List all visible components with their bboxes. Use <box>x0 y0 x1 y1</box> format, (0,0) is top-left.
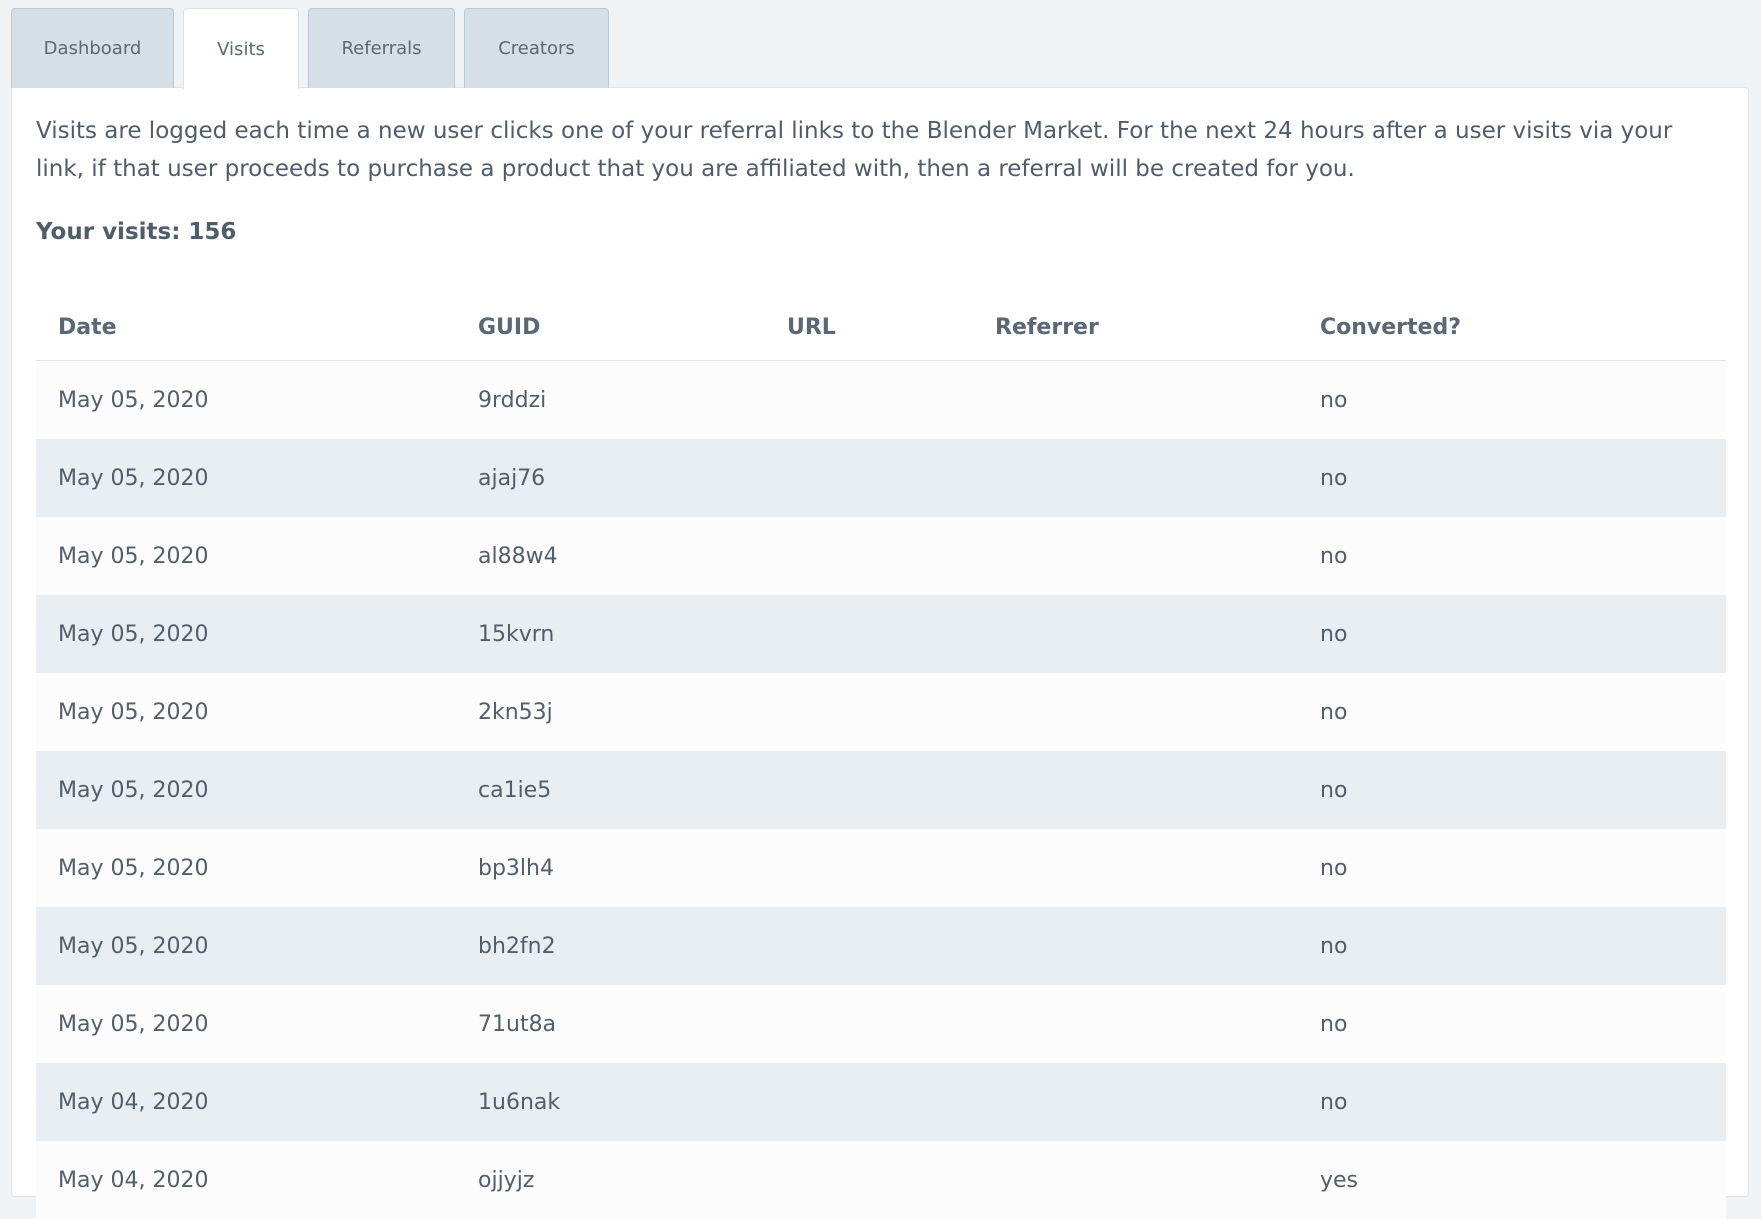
table-row: May 04, 2020 1u6nak no <box>36 1063 1726 1141</box>
table-row: May 05, 2020 9rddzi no <box>36 361 1726 439</box>
cell-converted: no <box>1320 543 1348 569</box>
cell-guid: ajaj76 <box>478 465 546 491</box>
cell-date: May 05, 2020 <box>58 1011 209 1037</box>
cell-guid: 1u6nak <box>478 1089 561 1115</box>
cell-date: May 05, 2020 <box>58 699 209 725</box>
table-row: May 05, 2020 al88w4 no <box>36 517 1726 595</box>
cell-converted: no <box>1320 387 1348 413</box>
cell-guid: al88w4 <box>478 543 558 569</box>
cell-guid: bp3lh4 <box>478 855 554 881</box>
table-row: May 05, 2020 bh2fn2 no <box>36 907 1726 985</box>
tab-referrals[interactable]: Referrals <box>308 8 455 88</box>
tab-bar: Dashboard Visits Referrals Creators <box>11 8 618 89</box>
cell-date: May 05, 2020 <box>58 543 209 569</box>
tab-visits-label: Visits <box>217 38 265 60</box>
table-row: May 04, 2020 ojjyjz yes <box>36 1141 1726 1219</box>
table-row: May 05, 2020 71ut8a no <box>36 985 1726 1063</box>
cell-date: May 05, 2020 <box>58 855 209 881</box>
tab-creators-label: Creators <box>498 38 575 59</box>
cell-date: May 05, 2020 <box>58 933 209 959</box>
header-referrer: Referrer <box>995 314 1099 340</box>
header-date: Date <box>58 314 117 340</box>
cell-guid: ca1ie5 <box>478 777 552 803</box>
table-header: Date GUID URL Referrer Converted? <box>36 294 1726 361</box>
cell-converted: no <box>1320 465 1348 491</box>
cell-converted: no <box>1320 699 1348 725</box>
cell-converted: no <box>1320 933 1348 959</box>
header-guid: GUID <box>478 314 541 340</box>
tab-visits[interactable]: Visits <box>183 8 299 89</box>
cell-date: May 04, 2020 <box>58 1089 209 1115</box>
table-row: May 05, 2020 2kn53j no <box>36 673 1726 751</box>
table-row: May 05, 2020 ajaj76 no <box>36 439 1726 517</box>
cell-date: May 05, 2020 <box>58 465 209 491</box>
cell-guid: bh2fn2 <box>478 933 556 959</box>
visits-description: Visits are logged each time a new user c… <box>36 118 1673 182</box>
tab-referrals-label: Referrals <box>341 38 422 59</box>
cell-converted: no <box>1320 777 1348 803</box>
cell-guid: 71ut8a <box>478 1011 557 1037</box>
visits-panel: Visits are logged each time a new user c… <box>11 87 1749 1219</box>
visits-count: Your visits: 156 <box>36 219 237 245</box>
visits-table: Date GUID URL Referrer Converted? May 05… <box>36 294 1726 1219</box>
tab-creators[interactable]: Creators <box>464 8 609 88</box>
tab-dashboard[interactable]: Dashboard <box>11 8 174 88</box>
tab-dashboard-label: Dashboard <box>43 38 142 59</box>
cell-date: May 05, 2020 <box>58 777 209 803</box>
table-row: May 05, 2020 15kvrn no <box>36 595 1726 673</box>
cell-date: May 05, 2020 <box>58 387 209 413</box>
cell-converted: no <box>1320 1011 1348 1037</box>
table-row: May 05, 2020 bp3lh4 no <box>36 829 1726 907</box>
cell-converted: yes <box>1320 1167 1359 1193</box>
cell-guid: 9rddzi <box>478 387 547 413</box>
table-row: May 05, 2020 ca1ie5 no <box>36 751 1726 829</box>
cell-converted: no <box>1320 621 1348 647</box>
cell-date: May 04, 2020 <box>58 1167 209 1193</box>
header-url: URL <box>787 314 836 340</box>
header-converted: Converted? <box>1320 314 1461 340</box>
cell-guid: 15kvrn <box>478 621 555 647</box>
cell-date: May 05, 2020 <box>58 621 209 647</box>
cell-guid: 2kn53j <box>478 699 553 725</box>
cell-converted: no <box>1320 855 1348 881</box>
cell-converted: no <box>1320 1089 1348 1115</box>
cell-guid: ojjyjz <box>478 1167 535 1193</box>
